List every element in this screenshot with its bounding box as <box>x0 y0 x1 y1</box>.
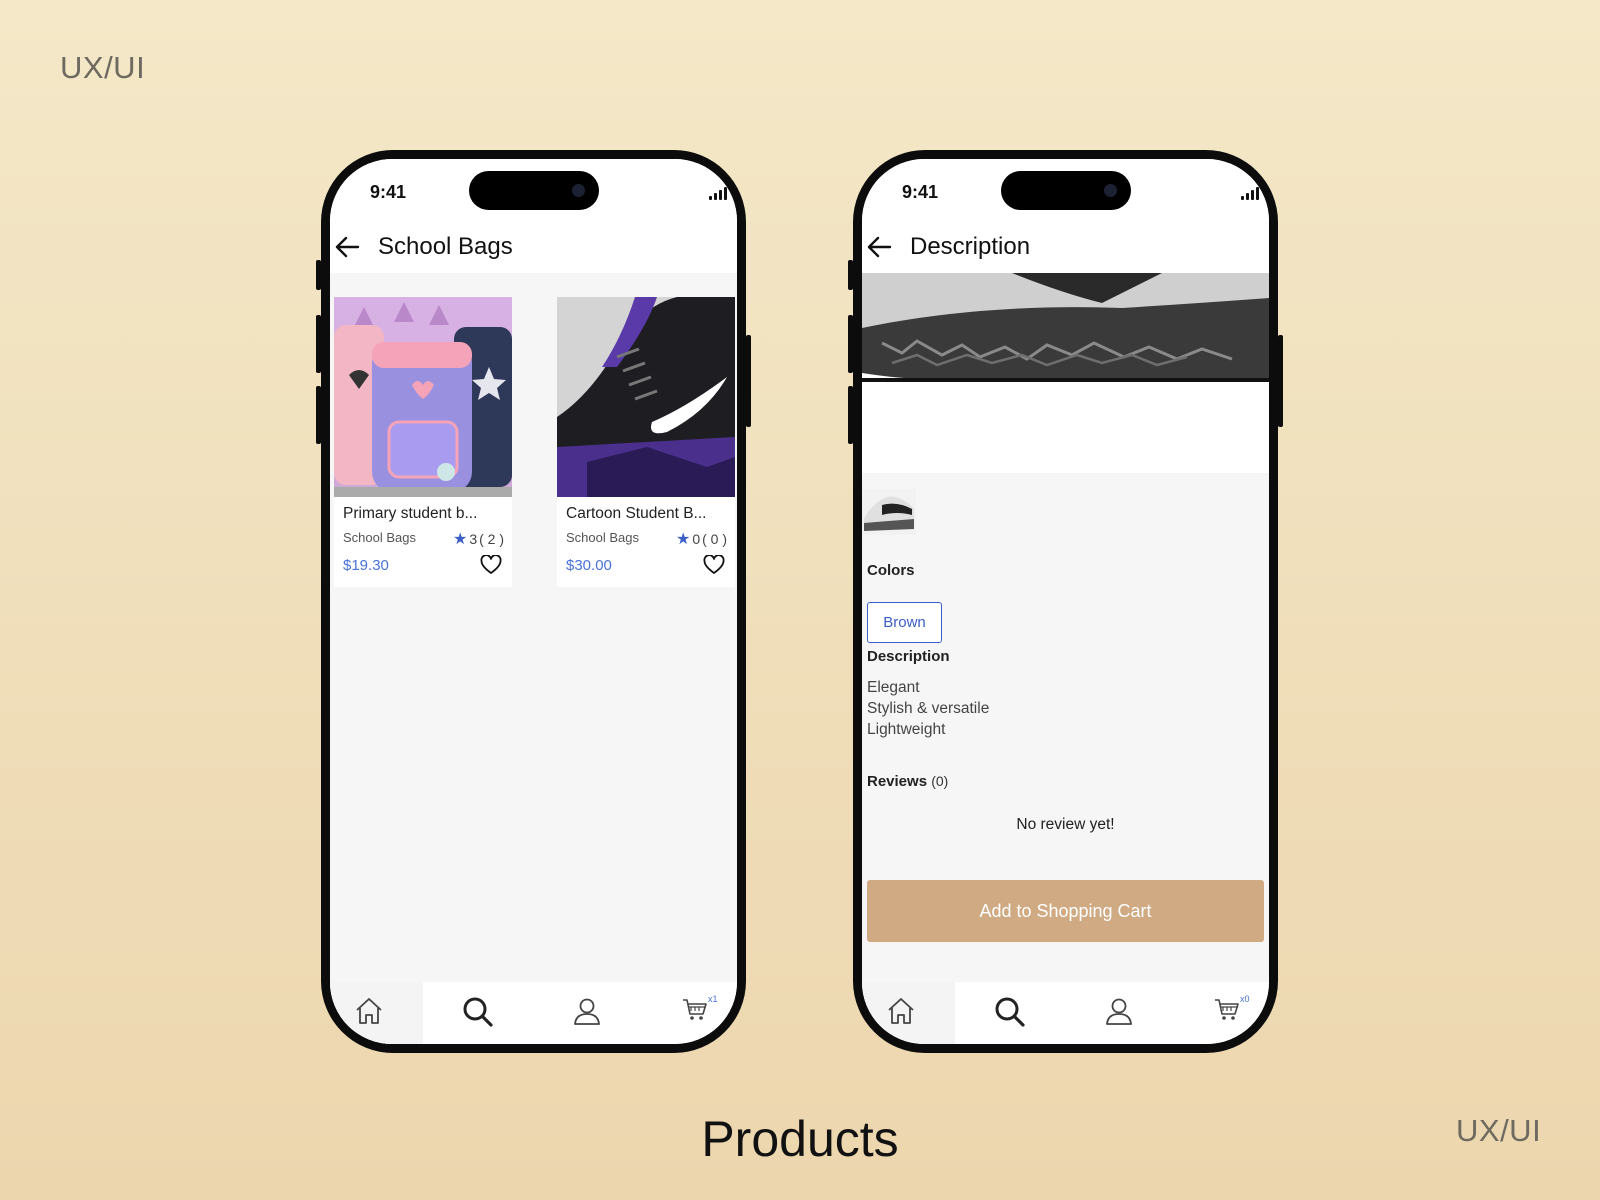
cart-nav[interactable]: x0 <box>1214 994 1250 1026</box>
screen-title: Description <box>910 233 1031 260</box>
product-image-backpack <box>334 297 512 497</box>
status-time: 9:41 <box>902 182 939 202</box>
color-option-brown[interactable]: Brown <box>867 602 942 643</box>
cart-nav[interactable]: x1 <box>682 994 718 1026</box>
colors-label: Colors <box>867 562 915 579</box>
corner-label-top: UX/UI <box>60 50 146 85</box>
description-line: Elegant <box>867 679 920 696</box>
product-category: School Bags <box>343 530 416 545</box>
add-to-cart-button[interactable]: Add to Shopping Cart <box>867 880 1264 942</box>
status-bar: 9:41 <box>862 159 1269 221</box>
product-hero-image <box>862 273 1269 473</box>
search-icon[interactable] <box>994 996 1026 1028</box>
cart-icon <box>1215 999 1239 1020</box>
dynamic-island <box>1001 171 1131 210</box>
product-category: School Bags <box>566 530 639 545</box>
review-count: ( 2 ) <box>479 531 504 547</box>
bottom-nav: x0 <box>862 982 1269 1044</box>
volume-down-button <box>848 386 853 444</box>
volume-up-button <box>848 315 853 373</box>
product-rating: ★ 0 ( 0 ) <box>676 529 727 549</box>
status-bar: 9:41 <box>330 159 737 221</box>
action-button <box>316 260 321 290</box>
reviews-label: Reviews (0) <box>867 773 948 790</box>
page-title: Products <box>701 1111 899 1167</box>
back-arrow-icon[interactable] <box>866 235 892 259</box>
back-arrow-icon[interactable] <box>334 235 360 259</box>
screen: 9:41 School Bags Primary student b... Sc… <box>330 159 737 1044</box>
wifi-icon <box>1267 187 1269 191</box>
home-icon[interactable] <box>886 996 916 1026</box>
heart-icon[interactable] <box>703 555 725 575</box>
reviews-title: Reviews <box>867 773 928 790</box>
cart-badge: x0 <box>1240 994 1250 1004</box>
product-name: Cartoon Student B... <box>566 505 707 522</box>
search-icon[interactable] <box>462 996 494 1028</box>
screen-title: School Bags <box>378 233 513 260</box>
description-line: Stylish & versatile <box>867 700 990 717</box>
action-button <box>848 260 853 290</box>
profile-icon[interactable] <box>1104 996 1134 1026</box>
product-rating: ★ 3 ( 2 ) <box>453 529 504 549</box>
product-price: $19.30 <box>343 557 389 574</box>
heart-icon[interactable] <box>480 555 502 575</box>
product-price: $30.00 <box>566 557 612 574</box>
profile-icon[interactable] <box>572 996 602 1026</box>
product-card[interactable]: Cartoon Student B... School Bags ★ 0 ( 0… <box>557 297 735 587</box>
description-line: Lightweight <box>867 721 946 738</box>
product-thumbnail[interactable] <box>862 489 916 535</box>
product-card[interactable]: Primary student b... School Bags ★ 3 ( 2… <box>334 297 512 587</box>
cart-icon <box>683 999 707 1020</box>
review-count: ( 0 ) <box>702 531 727 547</box>
signal-icon <box>709 187 729 200</box>
app-bar: Description <box>862 221 1269 273</box>
star-icon: ★ <box>452 531 468 548</box>
description-label: Description <box>867 648 950 665</box>
power-button <box>746 335 751 427</box>
power-button <box>1278 335 1283 427</box>
dynamic-island <box>469 171 599 210</box>
signal-icon <box>1241 187 1261 200</box>
volume-down-button <box>316 386 321 444</box>
home-icon[interactable] <box>354 996 384 1026</box>
wifi-icon <box>735 187 737 191</box>
product-image-sneaker <box>557 297 735 497</box>
product-name: Primary student b... <box>343 505 478 522</box>
cart-badge: x1 <box>708 994 718 1004</box>
app-bar: School Bags <box>330 221 737 273</box>
phone-detail-screen: 9:41 Description Colors Brown Descriptio… <box>848 150 1283 1053</box>
reviews-count: (0) <box>931 773 949 789</box>
volume-up-button <box>316 315 321 373</box>
star-icon: ★ <box>675 531 691 548</box>
bottom-nav: x1 <box>330 982 737 1044</box>
screen: 9:41 Description Colors Brown Descriptio… <box>862 159 1269 1044</box>
no-review-text: No review yet! <box>1016 816 1115 833</box>
rating-value: 3 <box>469 531 478 547</box>
phone-list-screen: 9:41 School Bags Primary student b... Sc… <box>316 150 751 1053</box>
status-time: 9:41 <box>370 182 407 202</box>
rating-value: 0 <box>692 531 701 547</box>
